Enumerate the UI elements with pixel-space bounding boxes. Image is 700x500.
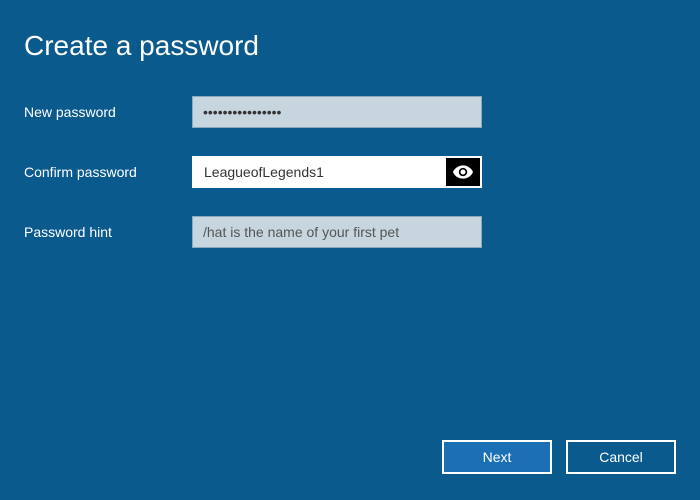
new-password-input[interactable] bbox=[192, 96, 482, 128]
new-password-row: New password bbox=[24, 96, 676, 128]
confirm-password-input[interactable] bbox=[192, 156, 482, 188]
password-hint-row: Password hint bbox=[24, 216, 676, 248]
password-hint-input-wrap bbox=[192, 216, 482, 248]
next-button[interactable]: Next bbox=[442, 440, 552, 474]
footer-buttons: Next Cancel bbox=[442, 440, 676, 474]
confirm-password-label: Confirm password bbox=[24, 164, 192, 180]
reveal-password-button[interactable] bbox=[446, 158, 480, 186]
password-hint-label: Password hint bbox=[24, 224, 192, 240]
new-password-input-wrap bbox=[192, 96, 482, 128]
cancel-button[interactable]: Cancel bbox=[566, 440, 676, 474]
eye-icon bbox=[453, 165, 473, 179]
new-password-label: New password bbox=[24, 104, 192, 120]
confirm-password-input-wrap bbox=[192, 156, 482, 188]
page-title: Create a password bbox=[24, 30, 676, 62]
confirm-password-row: Confirm password bbox=[24, 156, 676, 188]
create-password-panel: Create a password New password Confirm p… bbox=[0, 0, 700, 248]
password-hint-input[interactable] bbox=[192, 216, 482, 248]
